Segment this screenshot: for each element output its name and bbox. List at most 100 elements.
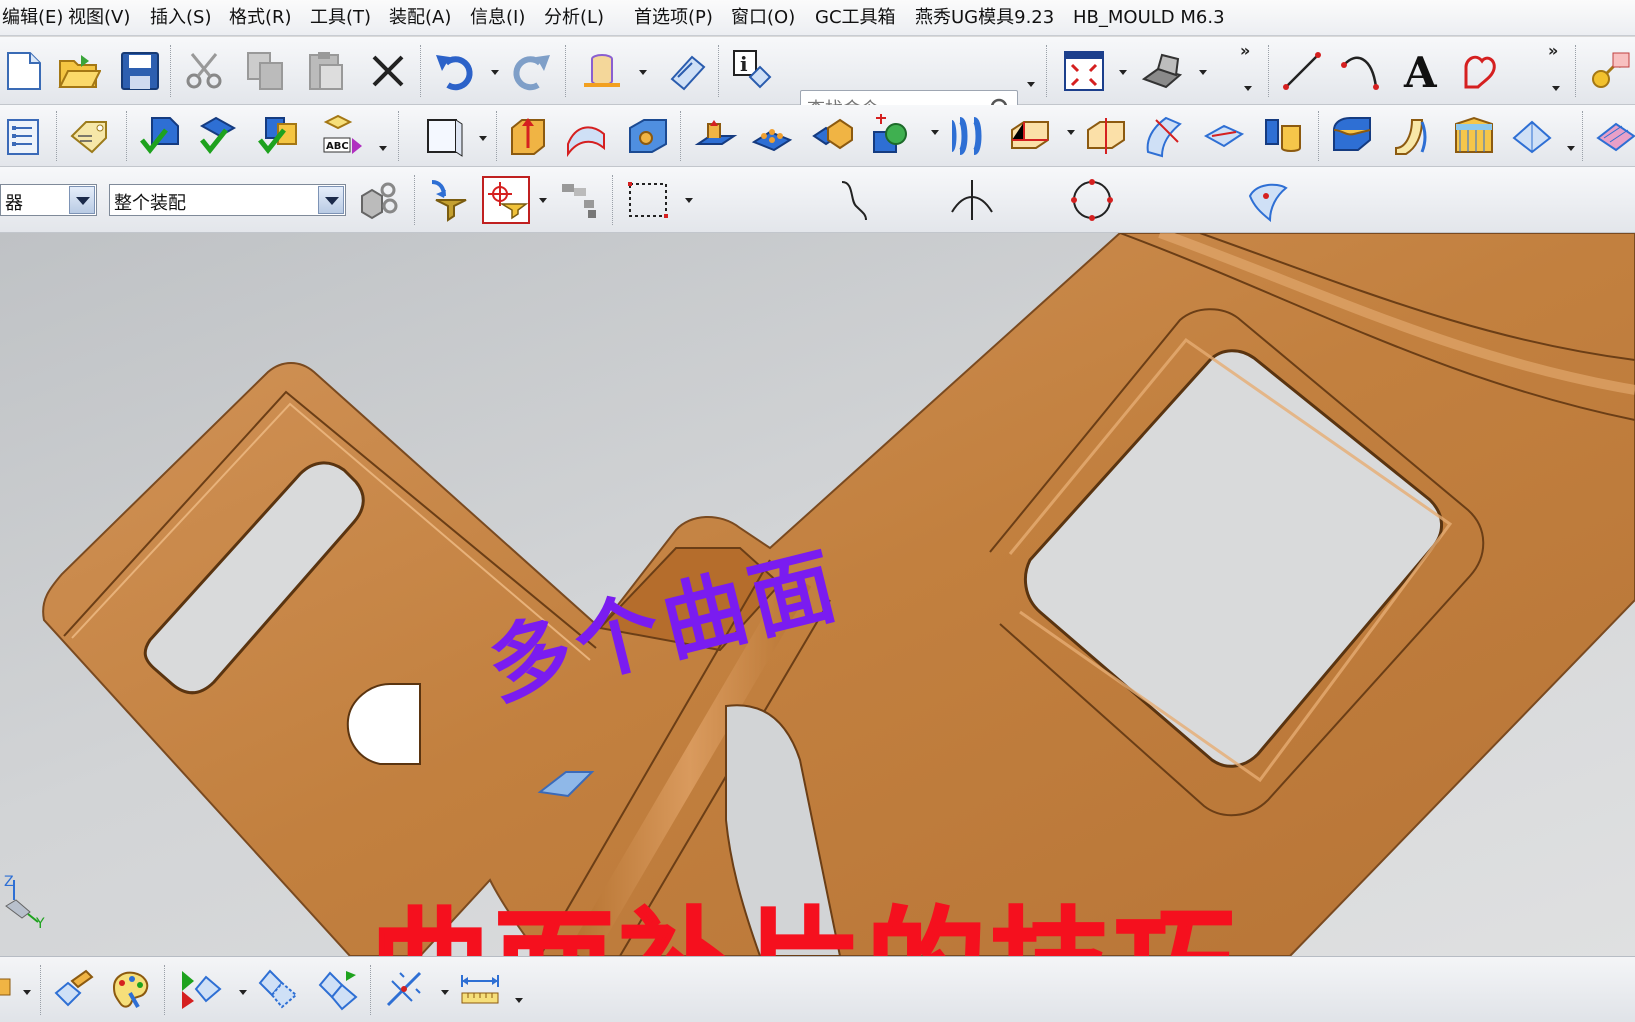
snap-filter-dropdown[interactable] [538, 195, 548, 205]
swept-surface-icon[interactable] [562, 112, 610, 160]
menu-hb-mould[interactable]: HB_MOULD M6.3 [1071, 5, 1227, 31]
menu-edit[interactable]: 编辑(E) [0, 5, 65, 31]
blend-edge-icon[interactable] [1328, 112, 1376, 160]
move-object-dropdown[interactable] [440, 987, 450, 997]
fit-view-dropdown[interactable] [1118, 67, 1128, 77]
sketch-frame-icon[interactable] [420, 112, 468, 160]
snap-quadrant-icon[interactable] [1068, 176, 1116, 224]
offset-face-icon[interactable] [1006, 112, 1054, 160]
menu-view[interactable]: 视图(V) [66, 5, 132, 31]
through-curves-icon[interactable] [1450, 112, 1498, 160]
split-face-icon[interactable] [1140, 112, 1188, 160]
tag-icon[interactable] [66, 112, 114, 160]
section-dropdown[interactable] [1566, 143, 1576, 153]
thicken-icon[interactable] [944, 112, 992, 160]
selection-scope-dropdown[interactable] [318, 186, 344, 214]
delete-icon[interactable] [364, 47, 412, 95]
type-filter-dropdown[interactable] [69, 186, 95, 214]
menu-yanxiu-mold[interactable]: 燕秀UG模具9.23 [913, 5, 1056, 31]
show-all-icon[interactable] [314, 965, 362, 1013]
paste-icon[interactable] [302, 47, 350, 95]
color-palette-icon[interactable] [106, 965, 154, 1013]
move-object-icon[interactable] [380, 965, 428, 1013]
snap-intersection-icon[interactable] [948, 176, 996, 224]
component-check-icon[interactable] [136, 112, 184, 160]
hide-selected-icon[interactable] [254, 965, 302, 1013]
show-hide-dropdown[interactable] [238, 987, 248, 997]
subtract-dropdown[interactable] [930, 127, 940, 137]
selection-toolbar: 器 整个装配 [0, 167, 1635, 396]
rectangle-select-dropdown[interactable] [684, 195, 694, 205]
ruled-surface-icon[interactable] [1390, 112, 1438, 160]
unite-icon[interactable] [808, 112, 856, 160]
toolbar-overflow-chevron-2[interactable]: » [1548, 41, 1558, 60]
line-icon[interactable] [1278, 47, 1326, 95]
new-file-icon[interactable] [0, 47, 48, 95]
spell-check-dropdown[interactable] [378, 143, 388, 153]
menu-analysis[interactable]: 分析(L) [542, 5, 606, 31]
separator [1268, 45, 1270, 97]
filter-funnel-icon[interactable] [424, 176, 472, 224]
snap-filter-icon[interactable] [482, 176, 530, 224]
snap-control-point-icon[interactable] [830, 176, 878, 224]
menu-format[interactable]: 格式(R) [227, 5, 294, 31]
redo-icon[interactable] [508, 47, 556, 95]
offset-face-dropdown[interactable] [1066, 127, 1076, 137]
menu-assembly[interactable]: 装配(A) [387, 5, 453, 31]
pattern-icon[interactable] [748, 112, 796, 160]
partial-tool-dropdown[interactable] [22, 987, 32, 997]
render-style-icon[interactable] [1138, 47, 1186, 95]
save-icon[interactable] [116, 47, 164, 95]
patch-surface-icon[interactable] [1200, 112, 1248, 160]
measure-dropdown[interactable] [514, 995, 524, 1005]
spline-shape-icon[interactable] [1456, 47, 1504, 95]
subtract-icon[interactable] [868, 112, 916, 160]
selection-scope-select[interactable]: 整个装配 [109, 184, 346, 216]
sew-icon[interactable] [1260, 112, 1308, 160]
assembly-filter-icon[interactable] [356, 176, 404, 224]
arc-icon[interactable] [1336, 47, 1384, 95]
toolbar-overflow-dropdown-2[interactable] [1551, 83, 1561, 93]
snap-point-on-face-icon[interactable] [1244, 176, 1292, 224]
menu-window[interactable]: 窗口(O) [729, 5, 797, 31]
type-filter-select[interactable]: 器 [0, 184, 97, 216]
rectangle-select-icon[interactable] [624, 176, 672, 224]
undo-icon[interactable] [430, 47, 478, 95]
toolbar-overflow-chevron[interactable]: » [1240, 41, 1250, 60]
graphics-viewport[interactable]: 多个曲面 曲面补片的技巧 Z Y [0, 233, 1635, 956]
spell-check-icon[interactable]: ABC [318, 112, 366, 160]
toolbar-overflow-dropdown[interactable] [1243, 83, 1253, 93]
open-folder-icon[interactable] [55, 47, 103, 95]
boss-icon[interactable] [692, 112, 740, 160]
part-navigator-icon[interactable] [2, 112, 50, 160]
text-annotation-icon[interactable]: A [1398, 47, 1446, 95]
view-section-icon[interactable] [1508, 112, 1556, 160]
key-tool-icon[interactable] [1585, 47, 1633, 95]
replace-component-icon[interactable] [254, 112, 302, 160]
curve-rule-icon[interactable] [556, 176, 604, 224]
edit-component-icon[interactable] [196, 112, 244, 160]
cut-icon[interactable] [180, 47, 228, 95]
cylinder-dropdown[interactable] [638, 67, 648, 77]
extrude-icon[interactable] [504, 112, 552, 160]
info-icon[interactable]: i [728, 45, 776, 93]
menu-preferences[interactable]: 首选项(P) [632, 5, 715, 31]
sketch-dropdown[interactable] [478, 133, 488, 143]
trim-body-icon[interactable] [1082, 112, 1130, 160]
mesh-surface-icon[interactable] [1592, 112, 1635, 160]
edit-object-display-icon[interactable] [50, 965, 98, 1013]
show-hide-icon[interactable] [176, 965, 224, 1013]
menu-gc-toolbox[interactable]: GC工具箱 [813, 5, 898, 31]
measure-distance-icon[interactable] [456, 965, 504, 1013]
menu-info[interactable]: 信息(I) [468, 5, 527, 31]
menu-tools[interactable]: 工具(T) [308, 5, 373, 31]
ribbon-icon[interactable] [664, 47, 712, 95]
undo-dropdown[interactable] [490, 67, 500, 77]
cylinder-icon[interactable] [578, 47, 626, 95]
fit-view-icon[interactable] [1060, 47, 1108, 95]
copy-icon[interactable] [242, 47, 290, 95]
hole-block-icon[interactable] [624, 112, 672, 160]
menu-insert[interactable]: 插入(S) [148, 5, 213, 31]
render-style-dropdown[interactable] [1198, 67, 1208, 77]
search-dropdown[interactable] [1026, 79, 1036, 89]
